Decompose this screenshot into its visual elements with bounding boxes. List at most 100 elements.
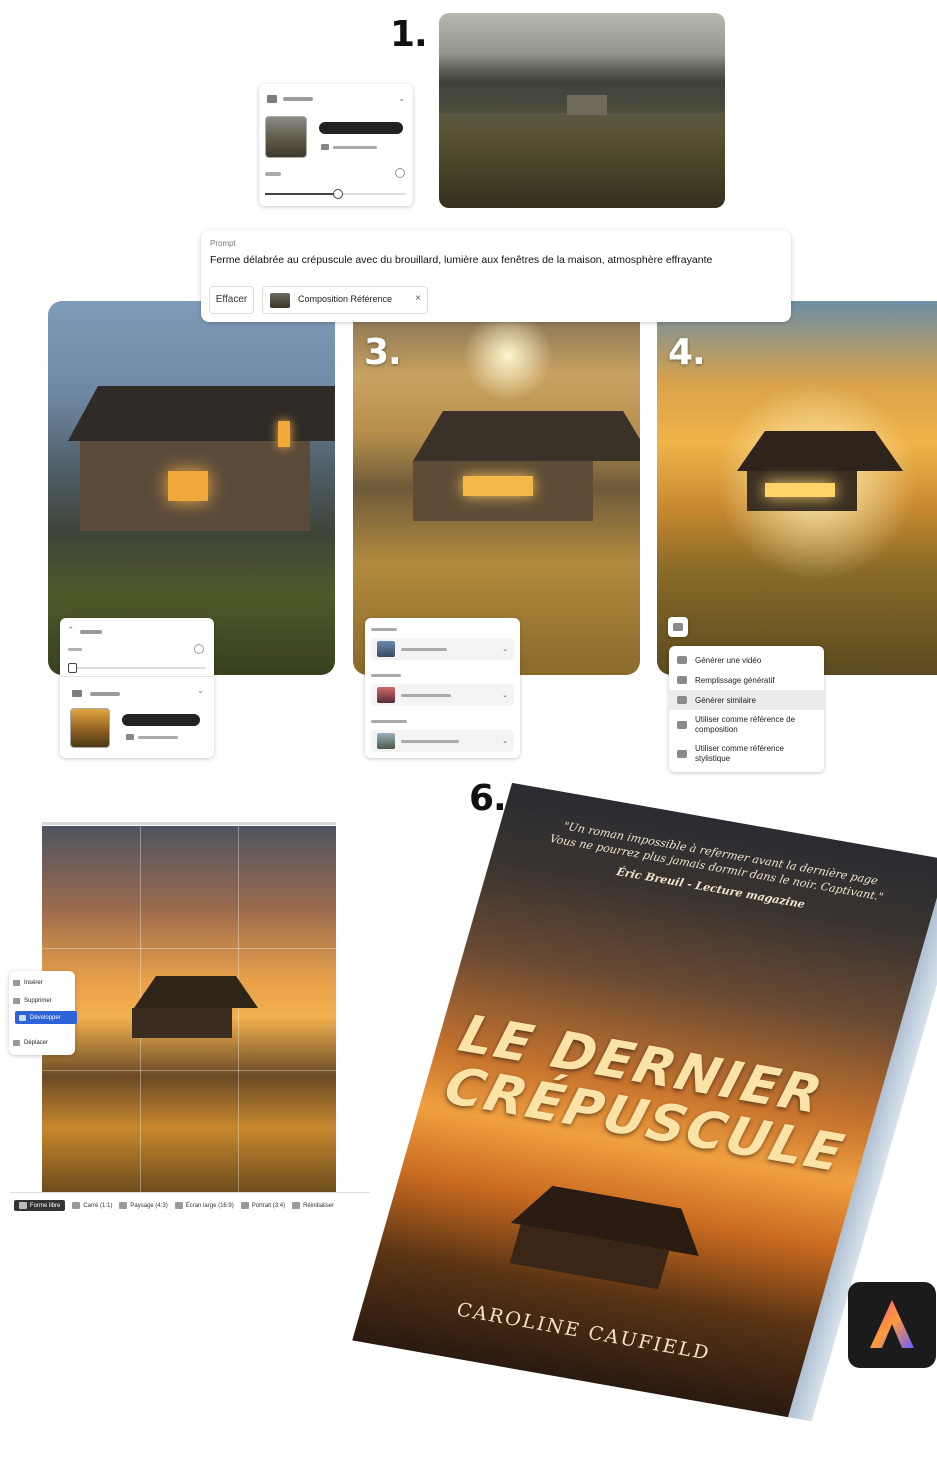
farmhouse-window (765, 483, 835, 497)
lighting-dropdown[interactable]: ⌄ (371, 684, 514, 706)
step-number-6: 6. (469, 778, 507, 819)
crop-canvas (42, 826, 336, 1194)
style-panel: ⌃ ⌄ (60, 618, 214, 758)
ratio-landscape[interactable]: Paysage (4:3) (119, 1202, 168, 1209)
ratio-portrait[interactable]: Portrait (3:4) (240, 1202, 286, 1209)
reset-icon (292, 1202, 301, 1209)
ratio-label: Forme libre (30, 1202, 61, 1209)
farmhouse-roof (413, 411, 640, 461)
composition-reference-chip[interactable]: Composition Référence × (262, 286, 428, 314)
ratio-widescreen[interactable]: Écran large (16:9) (174, 1202, 234, 1209)
generate-similar-icon (677, 696, 687, 704)
reference-panel-header: ⌄ (267, 94, 407, 104)
book-quote: "Un roman impossible à refermer avant la… (521, 813, 911, 928)
camera-angle-value-placeholder (401, 739, 459, 743)
tool-label: Supprimer (24, 998, 52, 1004)
reference-photo (439, 13, 725, 208)
move-icon (13, 1040, 20, 1046)
farmhouse-roof (134, 976, 258, 1008)
strength-label-placeholder (265, 172, 281, 176)
upload-image-button[interactable] (319, 122, 403, 134)
content-type-label-placeholder (371, 628, 397, 631)
style-title-placeholder (80, 630, 102, 634)
content-type-dropdown[interactable]: ⌄ (371, 638, 514, 660)
ratio-label: Réinitialiser (303, 1202, 335, 1209)
gallery-icon (126, 734, 134, 740)
farmhouse-roof (737, 431, 903, 471)
sparkle-icon (673, 623, 683, 631)
menu-item-use-composition-reference[interactable]: Utiliser comme référence de composition (669, 710, 824, 740)
step-number-3: 3. (364, 332, 402, 373)
close-icon[interactable]: × (415, 293, 421, 304)
reference-icon (267, 95, 277, 103)
farmhouse-window (168, 471, 208, 501)
menu-item-generate-similar[interactable]: Générer similaire (669, 690, 824, 710)
farmhouse-window (463, 476, 533, 496)
book-author: CAROLINE CAUFIELD (454, 1298, 714, 1365)
tool-insert[interactable]: Insérer (13, 977, 71, 989)
book-title: LE DERNIER CRÉPUSCULE (438, 1005, 885, 1185)
grid-line (42, 948, 336, 949)
chevron-down-icon[interactable]: ⌄ (398, 94, 405, 103)
upload-image-button[interactable] (122, 714, 200, 726)
farmhouse-body (132, 1008, 232, 1038)
composition-reference-thumbnail (270, 293, 290, 308)
ratio-label: Portrait (3:4) (251, 1202, 286, 1209)
clear-button[interactable]: Effacer (209, 286, 254, 314)
remove-icon (13, 998, 20, 1004)
farmhouse-roof (68, 386, 335, 441)
camera-angle-dropdown[interactable]: ⌄ (371, 730, 514, 752)
step-number-4: 4. (668, 332, 706, 373)
browse-gallery-button[interactable] (126, 732, 200, 742)
tool-remove[interactable]: Supprimer (13, 995, 71, 1007)
ratio-label: Carré (1:1) (83, 1202, 113, 1209)
tool-expand[interactable]: Développer (15, 1011, 77, 1024)
prompt-panel: Prompt Ferme délabrée au crépuscule avec… (201, 230, 791, 322)
aspect-ratio-bar: Forme libre Carré (1:1) Paysage (4:3) Éc… (10, 1192, 370, 1218)
crop-handle-top[interactable] (42, 822, 336, 825)
menu-item-use-style-reference[interactable]: Utiliser comme référence stylistique (669, 740, 824, 768)
adobe-express-a-icon (870, 1300, 914, 1348)
ratio-freeform[interactable]: Forme libre (14, 1200, 66, 1211)
chevron-down-icon[interactable]: ⌄ (197, 686, 204, 695)
menu-item-generative-fill[interactable]: Remplissage génératif (669, 670, 824, 690)
reference-thumbnail[interactable] (265, 116, 307, 158)
ratio-square[interactable]: Carré (1:1) (72, 1202, 112, 1209)
chevron-up-icon[interactable]: ⌃ (68, 626, 74, 634)
portrait-icon (240, 1202, 249, 1209)
divider (60, 676, 214, 677)
reference-title-placeholder (90, 692, 120, 696)
reference-photo-house (567, 95, 607, 115)
reset-button[interactable]: Réinitialiser (292, 1202, 334, 1209)
tool-label: Déplacer (24, 1040, 49, 1046)
composition-reference-label: Composition Référence (298, 294, 393, 304)
info-icon[interactable] (395, 168, 405, 178)
strength-slider-handle[interactable] (333, 189, 343, 199)
ratio-label: Paysage (4:3) (130, 1202, 168, 1209)
video-icon (677, 656, 687, 664)
prompt-text[interactable]: Ferme délabrée au crépuscule avec du bro… (210, 254, 712, 266)
info-icon[interactable] (194, 644, 204, 654)
strength-slider[interactable] (265, 189, 405, 199)
effects-label-placeholder (68, 648, 82, 651)
crop-tool-menu: Insérer Supprimer Développer Déplacer (9, 971, 77, 1055)
browse-gallery-button[interactable] (321, 142, 403, 152)
widescreen-icon (174, 1202, 183, 1209)
chevron-down-icon: ⌄ (502, 692, 508, 699)
style-reference-thumbnail[interactable] (70, 708, 110, 748)
style-strength-slider[interactable] (68, 663, 206, 673)
lighting-thumbnail (377, 687, 395, 703)
tool-move[interactable]: Déplacer (13, 1037, 71, 1049)
strength-slider-fill (265, 193, 335, 195)
style-strength-handle[interactable] (68, 663, 77, 673)
content-type-thumbnail (377, 641, 395, 657)
tool-label: Développer (30, 1014, 61, 1021)
generative-fill-icon (677, 676, 687, 684)
style-icon (677, 750, 687, 758)
menu-item-generate-video[interactable]: Générer une vidéo (669, 650, 824, 670)
menu-item-label: Utiliser comme référence de composition (695, 715, 796, 734)
farmhouse-window (278, 421, 290, 447)
image-actions-button[interactable] (668, 617, 688, 637)
chevron-down-icon: ⌄ (502, 738, 508, 745)
freeform-icon (19, 1202, 27, 1209)
